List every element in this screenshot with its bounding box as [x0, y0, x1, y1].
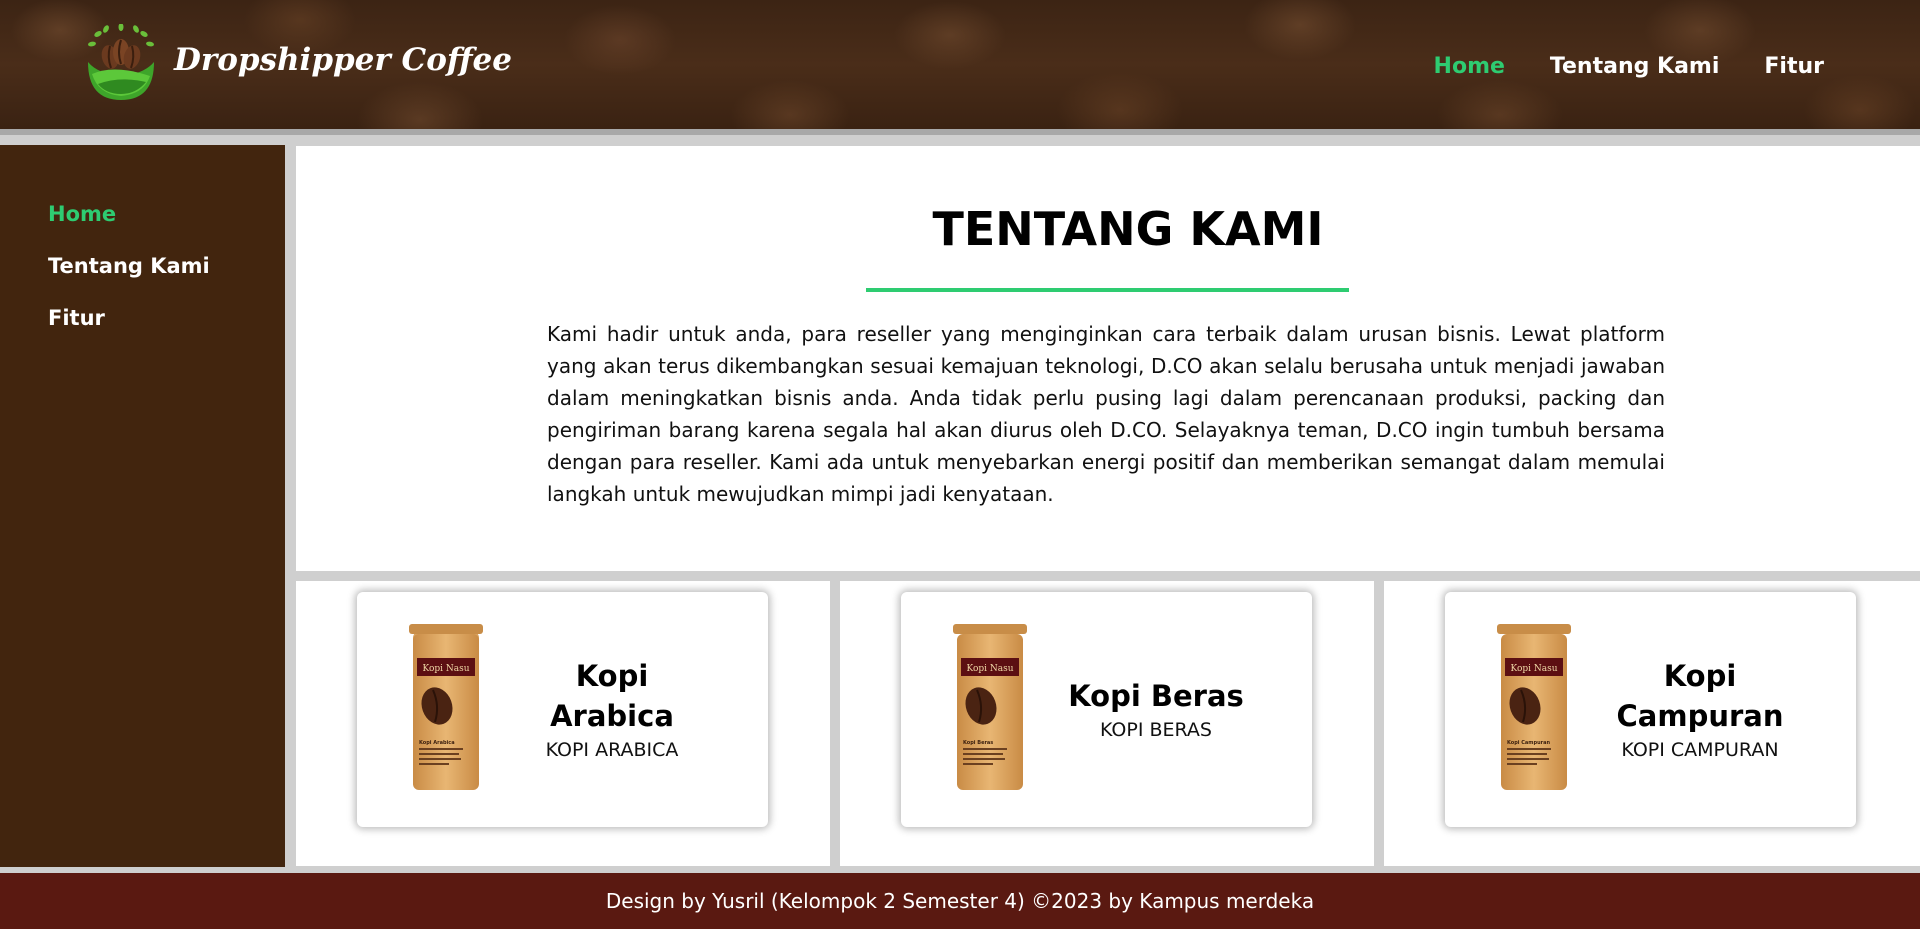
- product-title: Kopi Beras: [1068, 678, 1244, 713]
- svg-text:Kopi Arabica: Kopi Arabica: [419, 740, 455, 746]
- product-card-kopi-campuran[interactable]: Kopi Nasu Kopi Campuran Kopi Campuran KO…: [1445, 592, 1856, 827]
- brand-title: Dropshipper Coffee: [174, 42, 512, 78]
- svg-text:Kopi Campuran: Kopi Campuran: [1507, 740, 1550, 746]
- sidebar-item-tentang-kami[interactable]: Tentang Kami: [48, 253, 210, 279]
- sidebar-item-fitur[interactable]: Fitur: [48, 305, 210, 331]
- top-nav-tentang-kami-link[interactable]: Tentang Kami: [1550, 54, 1719, 79]
- coffee-bag-icon: Kopi Nasu Kopi Arabica: [409, 624, 483, 790]
- about-title: TENTANG KAMI: [932, 202, 1324, 256]
- product-text: Kopi Arabica KOPI ARABICA: [517, 592, 707, 827]
- product-subtitle: KOPI CAMPURAN: [1621, 738, 1779, 761]
- product-title: Kopi Campuran: [1616, 658, 1784, 733]
- product-text: Kopi Beras KOPI BERAS: [1061, 592, 1251, 827]
- site-header: Dropshipper Coffee Home Tentang Kami Fit…: [0, 0, 1920, 135]
- top-nav: Home Tentang Kami Fitur: [1434, 54, 1824, 79]
- product-title: Kopi Arabica: [550, 658, 674, 733]
- site-footer: Design by Yusril (Kelompok 2 Semester 4)…: [0, 873, 1920, 929]
- coffee-bag-icon: Kopi Nasu Kopi Campuran: [1497, 624, 1571, 790]
- coffee-bag-icon: Kopi Nasu Kopi Beras: [953, 624, 1027, 790]
- svg-text:Kopi Beras: Kopi Beras: [963, 740, 993, 746]
- footer-credit: Design by Yusril (Kelompok 2 Semester 4)…: [605, 889, 1315, 913]
- coffee-logo-icon[interactable]: [84, 24, 158, 102]
- product-subtitle: KOPI ARABICA: [545, 738, 679, 761]
- top-nav-fitur-link[interactable]: Fitur: [1764, 54, 1824, 79]
- sidebar-item-home[interactable]: Home: [48, 201, 210, 227]
- about-section: TENTANG KAMI Kami hadir untuk anda, para…: [296, 146, 1920, 571]
- product-cell: Kopi Nasu Kopi Arabica Kopi Arabica KOPI…: [296, 581, 830, 866]
- product-text: Kopi Campuran KOPI CAMPURAN: [1605, 592, 1795, 827]
- title-underline: [866, 288, 1349, 292]
- product-card-kopi-arabica[interactable]: Kopi Nasu Kopi Arabica Kopi Arabica KOPI…: [357, 592, 768, 827]
- product-card-kopi-beras[interactable]: Kopi Nasu Kopi Beras Kopi Beras KOPI BER…: [901, 592, 1312, 827]
- product-cell: Kopi Nasu Kopi Beras Kopi Beras KOPI BER…: [840, 581, 1374, 866]
- sidebar: Home Tentang Kami Fitur: [0, 145, 285, 867]
- top-nav-home-link[interactable]: Home: [1434, 54, 1505, 79]
- product-cell: Kopi Nasu Kopi Campuran Kopi Campuran KO…: [1384, 581, 1920, 866]
- about-body: Kami hadir untuk anda, para reseller yan…: [547, 322, 1665, 506]
- product-subtitle: KOPI BERAS: [1099, 718, 1212, 741]
- svg-text:Kopi Nasu: Kopi Nasu: [422, 664, 469, 674]
- svg-text:Kopi Nasu: Kopi Nasu: [966, 664, 1013, 674]
- products-section: Kopi Nasu Kopi Arabica Kopi Arabica KOPI…: [296, 581, 1920, 866]
- sidebar-nav: Home Tentang Kami Fitur: [48, 201, 210, 331]
- svg-text:Kopi Nasu: Kopi Nasu: [1510, 664, 1557, 674]
